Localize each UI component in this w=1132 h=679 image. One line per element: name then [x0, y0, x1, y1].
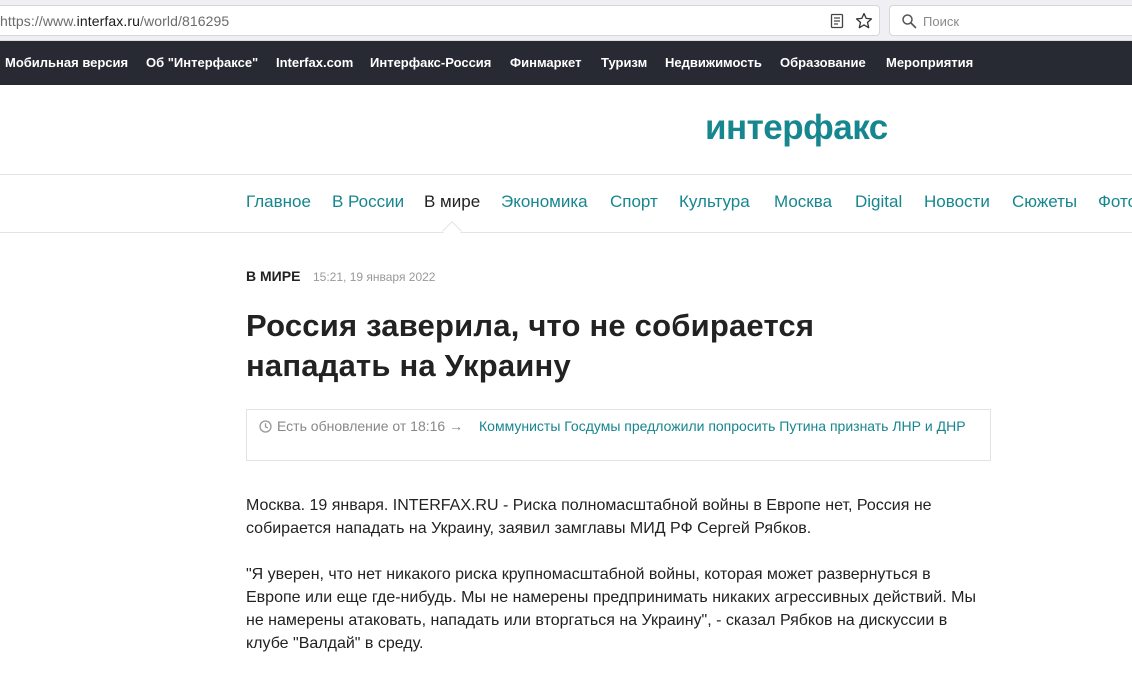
header-divider: [0, 174, 1132, 175]
article-datetime: 15:21, 19 января 2022: [313, 270, 436, 284]
topnav-education[interactable]: Образование: [780, 55, 866, 70]
topnav-finmarket[interactable]: Финмаркет: [510, 55, 582, 70]
logo-text: интерфакс: [705, 108, 888, 147]
section-nav-sport[interactable]: Спорт: [610, 192, 658, 212]
topnav-interfax-com[interactable]: Interfax.com: [276, 55, 353, 70]
section-nav-world[interactable]: В мире: [424, 192, 480, 212]
section-nav-culture[interactable]: Культура: [679, 192, 750, 212]
section-nav-news[interactable]: Новости: [924, 192, 990, 212]
top-navigation: Мобильная версия Об "Интерфаксе" Interfa…: [0, 41, 1132, 85]
site-logo[interactable]: интерфакс: [700, 96, 900, 162]
bookmark-star-icon[interactable]: [855, 12, 873, 30]
section-nav-russia[interactable]: В России: [332, 192, 404, 212]
update-label: Есть обновление от 18:16 →: [277, 418, 464, 434]
article-paragraph: "Я уверен, что нет никакого риска крупно…: [246, 566, 976, 652]
search-icon: [902, 14, 917, 29]
topnav-events[interactable]: Мероприятия: [886, 55, 973, 70]
active-section-caret: [442, 221, 462, 241]
clock-icon: [259, 420, 272, 433]
section-nav-moscow[interactable]: Москва: [774, 192, 832, 212]
section-nav-main[interactable]: Главное: [246, 192, 311, 212]
reader-view-icon[interactable]: [829, 13, 845, 29]
topnav-tourism[interactable]: Туризм: [601, 55, 647, 70]
browser-search-box[interactable]: Поиск: [889, 5, 1132, 36]
section-nav-divider: [0, 232, 1132, 233]
update-link[interactable]: Коммунисты Госдумы предложили попросить …: [479, 417, 979, 435]
address-bar[interactable]: https://www.interfax.ru/world/816295: [0, 5, 880, 36]
article-headline: Россия заверила, что не собирается напад…: [246, 308, 815, 383]
section-nav-economy[interactable]: Экономика: [501, 192, 588, 212]
topnav-realty[interactable]: Недвижимость: [665, 55, 762, 70]
section-nav-digital[interactable]: Digital: [855, 192, 902, 212]
search-placeholder: Поиск: [923, 14, 960, 29]
topnav-mobile-version[interactable]: Мобильная версия: [5, 55, 128, 70]
browser-toolbar: https://www.interfax.ru/world/816295 Пои…: [0, 0, 1132, 41]
topnav-interfax-russia[interactable]: Интерфакс-Россия: [370, 55, 491, 70]
url-text[interactable]: https://www.interfax.ru/world/816295: [0, 13, 229, 29]
article-rubric[interactable]: В МИРЕ: [246, 268, 300, 284]
section-nav-stories[interactable]: Сюжеты: [1012, 192, 1077, 212]
update-notice: Есть обновление от 18:16 → Коммунисты Го…: [246, 409, 991, 461]
topnav-about[interactable]: Об "Интерфаксе": [146, 55, 258, 70]
article-paragraph: Москва. 19 января. INTERFAX.RU - Риска п…: [246, 497, 932, 537]
section-nav-photo[interactable]: Фото: [1098, 192, 1132, 212]
